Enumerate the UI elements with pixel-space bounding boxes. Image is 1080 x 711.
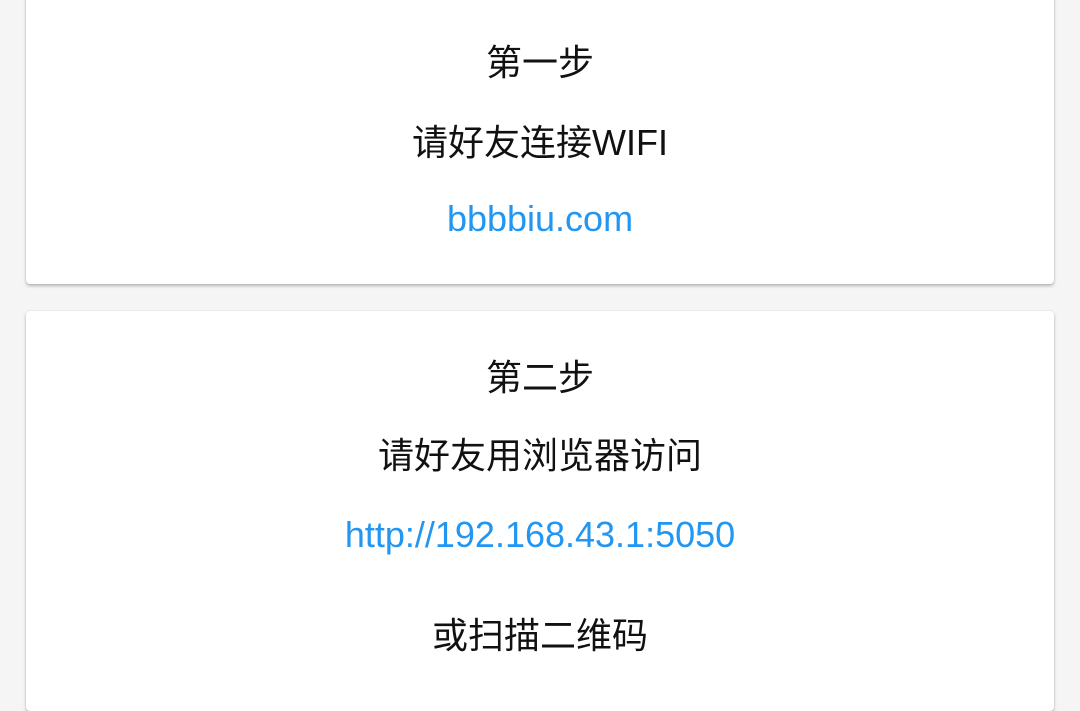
step-one-title: 第一步 xyxy=(485,42,594,83)
step-one-instruction: 请好友连接WIFI xyxy=(412,122,668,163)
step-two-instruction: 请好友用浏览器访问 xyxy=(377,435,702,476)
step-two-card: 第二步 请好友用浏览器访问 http://192.168.43.1:5050 或… xyxy=(26,311,1054,711)
scan-qr-instruction: 或扫描二维码 xyxy=(431,615,648,656)
server-url-link[interactable]: http://192.168.43.1:5050 xyxy=(26,513,1054,557)
wifi-name-link[interactable]: bbbbiu.com xyxy=(26,197,1054,241)
step-two-title: 第二步 xyxy=(485,357,594,398)
step-one-card: 第一步 请好友连接WIFI bbbbiu.com xyxy=(26,0,1054,284)
